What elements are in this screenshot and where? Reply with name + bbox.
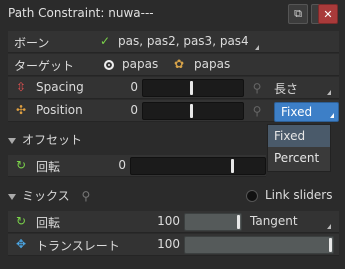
offset-rotation-label: 回転 <box>36 160 61 174</box>
spacing-row: ⇳ Spacing 0 ⚲ 長さ <box>8 77 339 99</box>
target-label: ターゲット <box>14 59 75 73</box>
mix-translate-slider[interactable] <box>184 236 334 254</box>
rotate-icon: ↻ <box>16 214 27 228</box>
target-radio-selected[interactable] <box>104 60 114 70</box>
translate-icon: ✥ <box>16 237 27 251</box>
mix-rotation-value[interactable]: 100 <box>148 214 180 228</box>
mix-translate-label: トランスレート <box>36 239 120 253</box>
position-slider-thumb[interactable] <box>190 104 193 118</box>
link-icon[interactable]: ⚲ <box>81 189 90 203</box>
mix-translate-row: ✥ トランスレート 100 <box>8 234 339 256</box>
spacing-slider-thumb[interactable] <box>190 81 193 95</box>
position-mode-select[interactable]: Fixed <box>274 102 339 122</box>
spacing-value[interactable]: 0 <box>108 80 138 94</box>
path-icon: ✿ <box>174 57 185 71</box>
mix-rotation-mode[interactable]: Tangent <box>250 214 298 228</box>
spacing-icon: ⇳ <box>16 80 27 94</box>
position-link-icon[interactable]: ⚲ <box>248 102 266 120</box>
mix-rotation-row: ↻ 回転 100 Tangent <box>8 211 339 233</box>
spacing-link-icon[interactable]: ⚲ <box>248 79 266 97</box>
menu-option-percent[interactable]: Percent <box>268 147 330 169</box>
position-value[interactable]: 0 <box>108 103 138 117</box>
spacing-slider[interactable] <box>142 79 244 97</box>
position-mode-menu: Fixed Percent <box>267 124 331 172</box>
mix-rotation-slider-thumb[interactable] <box>237 215 240 229</box>
offset-section-header[interactable]: オフセット <box>8 131 82 148</box>
target-option-2[interactable]: papas <box>194 57 230 71</box>
mix-rotation-slider[interactable] <box>184 213 242 231</box>
target-row: ターゲット papas ✿ papas <box>8 54 339 76</box>
mix-rotation-mode-dropdown-icon[interactable] <box>327 224 331 229</box>
copy-icon: ⧉ <box>294 7 302 20</box>
bone-label: ボーン <box>14 36 50 50</box>
rotate-icon: ↻ <box>16 158 27 172</box>
offset-rotation-slider[interactable] <box>130 157 266 175</box>
mix-translate-slider-thumb[interactable] <box>329 238 332 252</box>
collapse-arrow-icon <box>8 137 16 144</box>
spacing-mode-dropdown-icon[interactable] <box>327 90 331 95</box>
menu-option-fixed[interactable]: Fixed <box>268 125 330 147</box>
position-row: ✣ Position 0 ⚲ Fixed <box>8 100 339 122</box>
position-slider[interactable] <box>142 102 244 120</box>
position-mode-dropdown-icon <box>330 113 334 118</box>
mix-title: ミックス <box>22 189 70 203</box>
copy-button[interactable]: ⧉ <box>288 4 308 24</box>
bone-row: ボーン ✓ pas, pas2, pas3, pas4 <box>8 31 339 53</box>
target-option-1[interactable]: papas <box>122 57 158 71</box>
offset-rotation-slider-thumb[interactable] <box>231 159 234 173</box>
position-mode-value: Fixed <box>281 105 313 119</box>
spacing-mode[interactable]: 長さ <box>274 80 298 97</box>
link-sliders-checkbox[interactable] <box>246 190 258 202</box>
position-label: Position <box>36 103 83 117</box>
offset-rotation-row: ↻ 回転 0 <box>8 155 266 177</box>
mix-section-header[interactable]: ミックス ⚲ <box>8 187 90 204</box>
close-icon: ✕ <box>323 7 333 21</box>
offset-rotation-value[interactable]: 0 <box>108 158 126 172</box>
position-icon: ✣ <box>16 103 27 117</box>
mix-rotation-label: 回転 <box>36 216 61 230</box>
close-button[interactable]: ✕ <box>318 4 338 24</box>
collapse-arrow-icon <box>8 193 16 200</box>
offset-title: オフセット <box>22 133 83 147</box>
mix-translate-value[interactable]: 100 <box>148 237 180 251</box>
panel-title: Path Constraint: nuwa--- <box>8 6 154 20</box>
spacing-label: Spacing <box>36 80 84 94</box>
bone-dropdown-icon[interactable] <box>255 45 259 50</box>
bone-icon: ✓ <box>100 34 111 48</box>
link-sliders-label: Link sliders <box>265 188 333 202</box>
bone-list[interactable]: pas, pas2, pas3, pas4 <box>118 34 249 48</box>
